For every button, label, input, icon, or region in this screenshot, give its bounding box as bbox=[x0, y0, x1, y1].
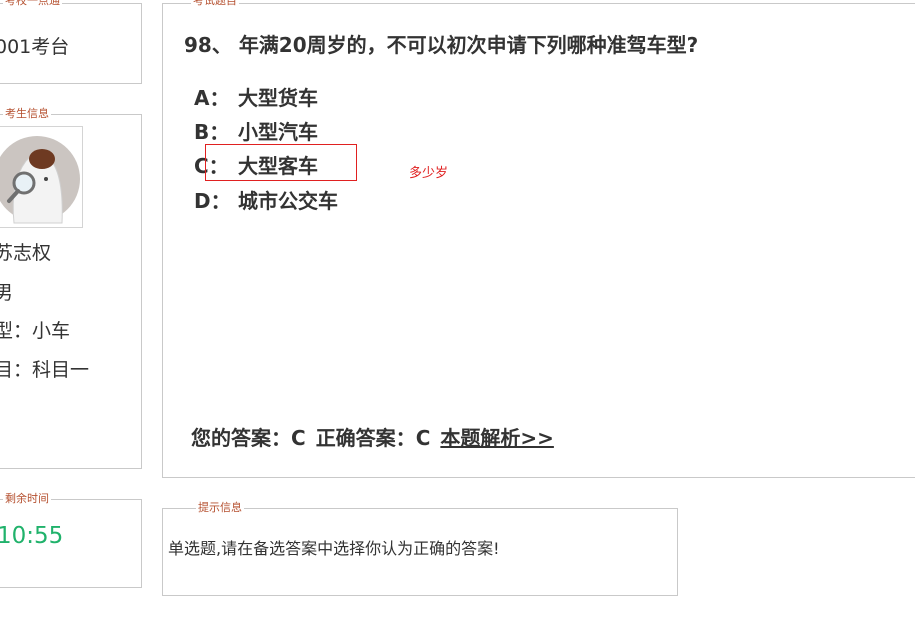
option-a[interactable]: A： 大型货车 bbox=[194, 82, 318, 111]
question-number: 98、 bbox=[184, 33, 232, 57]
student-name: 苏志权 bbox=[0, 242, 52, 264]
analysis-link[interactable]: 本题解析>> bbox=[440, 426, 554, 450]
student-info-panel: 考生信息 苏志权 男 型：小车 目：科目一 bbox=[0, 107, 142, 469]
tips-panel: 提示信息 单选题,请在备选答案中选择你认为正确的答案! bbox=[162, 501, 678, 596]
vehicle-type: 型：小车 bbox=[0, 320, 71, 342]
correct-answer-value: C bbox=[415, 426, 431, 450]
your-answer-label: 您的答案： bbox=[191, 426, 291, 450]
question-title: 98、 年满20周岁的，不可以初次申请下列哪种准驾车型? bbox=[184, 29, 698, 58]
option-d[interactable]: D： 城市公交车 bbox=[194, 185, 338, 214]
option-text: 大型货车 bbox=[238, 86, 318, 110]
avatar-icon bbox=[0, 136, 80, 224]
tips-legend: 提示信息 bbox=[196, 501, 244, 515]
question-text: 年满20周岁的，不可以初次申请下列哪种准驾车型? bbox=[238, 33, 699, 57]
question-panel: 考试题目 98、 年满20周岁的，不可以初次申请下列哪种准驾车型? A： 大型货车… bbox=[162, 0, 915, 478]
student-gender: 男 bbox=[0, 282, 14, 304]
correct-answer-label: 正确答案： bbox=[315, 426, 416, 450]
answer-summary: 您的答案：C 正确答案：C 本题解析>> bbox=[191, 422, 554, 451]
countdown-timer: 10:55 bbox=[0, 523, 64, 549]
answer-highlight-box bbox=[205, 144, 357, 181]
option-letter: B： bbox=[194, 120, 230, 144]
option-letter: A： bbox=[194, 86, 230, 110]
option-text: 小型汽车 bbox=[238, 120, 318, 144]
remaining-time-legend: 剩余时间 bbox=[3, 492, 51, 506]
option-letter: D： bbox=[194, 189, 231, 213]
option-b[interactable]: B： 小型汽车 bbox=[194, 116, 318, 145]
exam-subject: 目：科目一 bbox=[0, 359, 90, 381]
seat-number: 001考台 bbox=[0, 36, 70, 58]
tip-text: 单选题,请在备选答案中选择你认为正确的答案! bbox=[168, 539, 500, 558]
option-text: 城市公交车 bbox=[238, 189, 338, 213]
student-info-legend: 考生信息 bbox=[3, 107, 51, 121]
exam-point-legend: 考校一点通 bbox=[3, 0, 62, 8]
question-legend: 考试题目 bbox=[191, 0, 239, 8]
annotation-note: 多少岁 bbox=[409, 166, 449, 181]
your-answer-value: C bbox=[291, 426, 306, 450]
student-avatar bbox=[0, 126, 83, 228]
exam-point-panel: 考校一点通 001考台 bbox=[0, 0, 142, 84]
remaining-time-panel: 剩余时间 10:55 bbox=[0, 492, 142, 588]
